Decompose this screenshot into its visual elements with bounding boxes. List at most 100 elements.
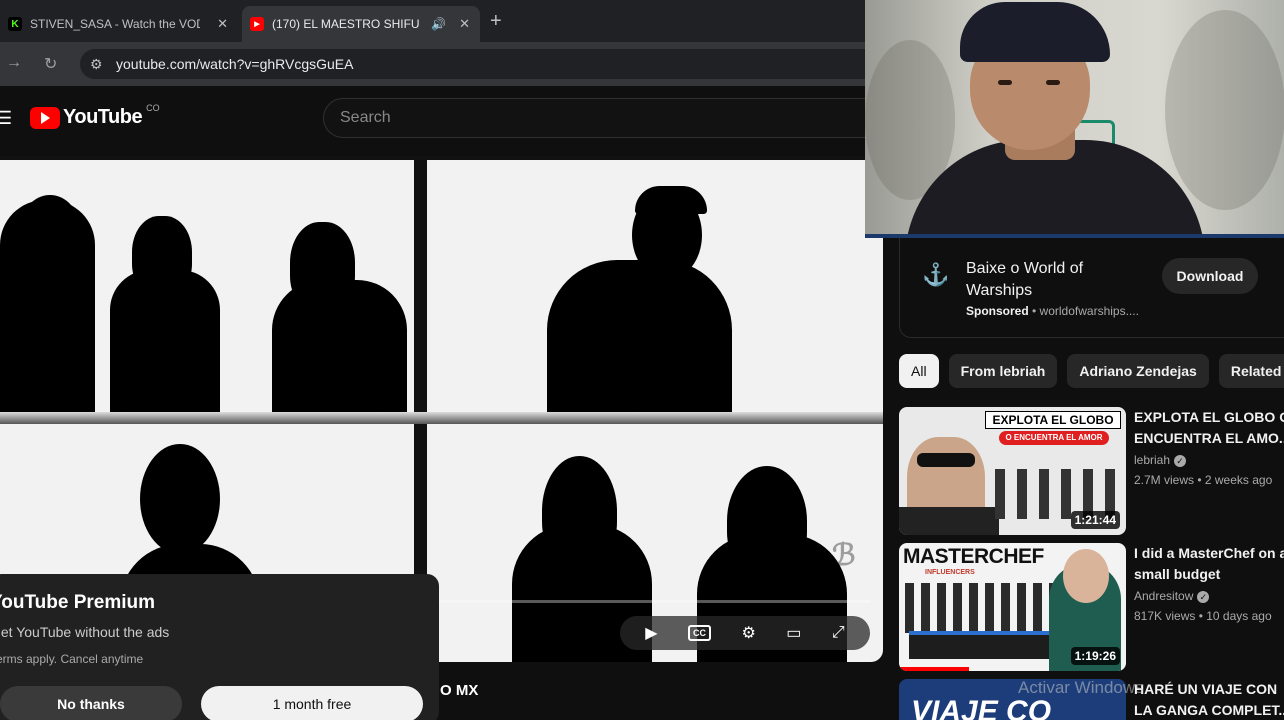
channel-name[interactable]: lebriah ✓ — [1134, 453, 1187, 467]
settings-gear-icon[interactable]: ⚙ — [741, 623, 755, 643]
premium-title: YouTube Premium — [0, 592, 156, 613]
silhouette-head — [132, 216, 192, 296]
channel-label: lebriah — [1134, 453, 1171, 467]
silhouette — [547, 260, 732, 412]
ad-meta: Sponsored • worldofwarships.... — [966, 304, 1139, 318]
url-text: youtube.com/watch?v=ghRVcgsGuEA — [116, 56, 354, 72]
video-title-fragment: O MX — [440, 682, 479, 699]
tab-kick[interactable]: K STIVEN_SASA - Watch the VOD ✕ — [0, 6, 238, 42]
silhouette-head — [542, 456, 617, 566]
fullscreen-icon[interactable]: ⤢ — [832, 624, 845, 642]
sunglasses-icon — [917, 453, 975, 467]
video-title-line: EXPLOTA EL GLOBO O — [1134, 409, 1284, 425]
video-meta: 817K views • 10 days ago — [1134, 609, 1272, 623]
silhouette-head — [140, 444, 220, 554]
chip-from-lebriah[interactable]: From lebriah — [948, 354, 1058, 388]
menu-icon[interactable]: ☰ — [0, 108, 12, 129]
thumbnail-headline: VIAJE CO — [911, 695, 1052, 720]
country-code: CO — [146, 102, 160, 113]
thumbnail-headline: EXPLOTA EL GLOBO — [985, 411, 1121, 429]
close-tab-icon[interactable]: ✕ — [217, 16, 228, 32]
close-tab-icon[interactable]: ✕ — [459, 16, 470, 32]
video-thumbnail[interactable]: EXPLOTA EL GLOBO O ENCUENTRA EL AMOR 1:2… — [899, 407, 1126, 535]
video-title: HARÉ UN VIAJE CON LA GANGA COMPLET... — [1134, 679, 1284, 720]
screen: K STIVEN_SASA - Watch the VOD ✕ ▶ (170) … — [0, 0, 1284, 720]
search-input[interactable]: Search — [323, 98, 883, 138]
windows-activation-watermark: Activar Windows — [1018, 678, 1144, 697]
silhouette-head — [20, 195, 80, 265]
youtube-favicon-icon: ▶ — [250, 17, 264, 31]
search-placeholder: Search — [340, 109, 391, 126]
silhouette-head — [727, 466, 807, 576]
channel-watermark-icon: ℬ — [832, 538, 856, 573]
premium-terms: Terms apply. Cancel anytime — [0, 652, 144, 666]
chip-adriano-zendejas[interactable]: Adriano Zendejas — [1067, 354, 1209, 388]
thumbnail-subheadline: INFLUENCERS — [925, 569, 975, 576]
subtitles-icon[interactable]: CC — [688, 625, 712, 641]
new-tab-button[interactable]: + — [490, 10, 502, 33]
chip-all[interactable]: All — [899, 354, 939, 388]
premium-promo-popup: YouTube Premium Get YouTube without the … — [0, 574, 439, 720]
duration-badge: 1:21:44 — [1070, 511, 1120, 529]
video-meta: 2.7M views • 2 weeks ago — [1134, 473, 1273, 487]
url-field[interactable]: ⚙ youtube.com/watch?v=ghRVcgsGuEA — [80, 49, 880, 79]
video-title-line: ENCUENTRA EL AMO... — [1134, 430, 1284, 446]
ad-domain: worldofwarships.... — [1039, 304, 1139, 318]
video-thumbnail[interactable]: MASTERCHEF INFLUENCERS 1:19:26 — [899, 543, 1126, 671]
sponsored-ad[interactable]: ⚓ Baixe o World of Warships Sponsored • … — [899, 238, 1284, 338]
kick-favicon-icon: K — [8, 17, 22, 31]
eye — [998, 80, 1012, 85]
silhouette-cap — [635, 186, 707, 214]
video-title-line: I did a MasterChef on a — [1134, 545, 1284, 561]
speaker-icon[interactable]: 🔊 — [431, 17, 446, 31]
one-month-free-button[interactable]: 1 month free — [201, 686, 423, 720]
youtube-logo[interactable]: YouTube CO — [30, 102, 160, 129]
thumbnail-headline: MASTERCHEF — [903, 545, 1044, 568]
channel-name[interactable]: Andresitow ✓ — [1134, 589, 1210, 603]
tab-title: STIVEN_SASA - Watch the VOD — [30, 17, 200, 31]
verified-icon: ✓ — [1174, 455, 1187, 467]
video-panel-top-right — [427, 160, 883, 412]
video-title-line: HARÉ UN VIAJE CON — [1134, 681, 1278, 697]
theater-mode-icon[interactable]: ▭ — [786, 623, 801, 643]
silhouette-head — [290, 222, 355, 312]
player-controls: ▶ CC ⚙ ▭ ⤢ — [620, 616, 870, 650]
tab-youtube[interactable]: ▶ (170) EL MAESTRO SHIFU V 🔊 ✕ — [242, 6, 480, 42]
panel-divider — [0, 412, 883, 424]
video-panel-top-left — [0, 160, 414, 412]
person-cap — [960, 2, 1110, 62]
youtube-wordmark: YouTube — [63, 106, 143, 128]
no-thanks-button[interactable]: No thanks — [0, 686, 182, 720]
channel-label: Andresitow — [1134, 589, 1194, 603]
thumbnail-face — [1063, 549, 1109, 603]
youtube-play-logo-icon — [30, 106, 60, 129]
warships-logo-icon: ⚓ — [922, 262, 950, 287]
autoplay-toggle-icon[interactable]: ▶ — [645, 623, 657, 643]
more-options-icon[interactable]: ⋮ — [1278, 264, 1284, 284]
reload-icon[interactable]: ↻ — [44, 54, 57, 74]
premium-subtitle: Get YouTube without the ads — [0, 624, 170, 640]
site-settings-icon[interactable]: ⚙ — [90, 56, 103, 73]
video-title: EXPLOTA EL GLOBO O ENCUENTRA EL AMO... — [1134, 407, 1284, 449]
thumbnail-tables — [909, 631, 1049, 659]
recommendation-item[interactable]: EXPLOTA EL GLOBO O ENCUENTRA EL AMOR 1:2… — [899, 407, 1284, 537]
duration-badge: 1:19:26 — [1070, 647, 1120, 665]
tab-title: (170) EL MAESTRO SHIFU V — [272, 17, 422, 31]
thumbnail-shirt — [899, 507, 999, 535]
chip-related[interactable]: Related — [1218, 354, 1284, 388]
thumbnail-subheadline: O ENCUENTRA EL AMOR — [999, 431, 1109, 445]
download-button[interactable]: Download — [1162, 258, 1258, 294]
video-title-line: LA GANGA COMPLET... — [1134, 702, 1284, 718]
verified-icon: ✓ — [1197, 591, 1210, 603]
webcam-overlay — [865, 0, 1284, 234]
filter-chips: All From lebriah Adriano Zendejas Relate… — [899, 354, 1284, 388]
ad-title: Baixe o World of Warships — [966, 260, 1084, 299]
forward-icon[interactable]: → — [6, 54, 22, 72]
watch-progress — [899, 667, 969, 671]
sponsored-label: Sponsored — [966, 304, 1029, 318]
eye — [1046, 80, 1060, 85]
video-title-line: small budget — [1134, 566, 1221, 582]
recommendation-item[interactable]: MASTERCHEF INFLUENCERS 1:19:26 I did a M… — [899, 543, 1284, 673]
thumbnail-group — [905, 583, 1055, 633]
video-title: I did a MasterChef on a small budget — [1134, 543, 1284, 585]
